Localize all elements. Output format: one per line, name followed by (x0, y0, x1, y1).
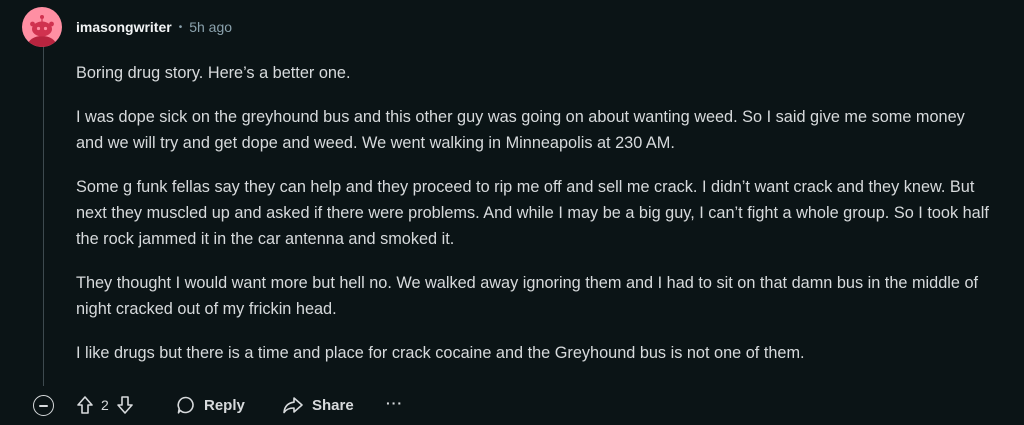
more-options-button[interactable]: ··· (386, 391, 403, 415)
comment-paragraph: Some g funk fellas say they can help and… (76, 178, 989, 248)
share-icon (282, 395, 304, 415)
comment-paragraph: They thought I would want more but hell … (76, 274, 979, 318)
upvote-icon[interactable] (76, 395, 94, 415)
vote-group: 2 (76, 393, 134, 417)
downvote-icon[interactable] (116, 395, 134, 415)
comment-body: Boring drug story. Here’s a better one. … (76, 60, 996, 366)
comment-icon (176, 395, 196, 415)
comment-paragraph: I was dope sick on the greyhound bus and… (76, 108, 965, 152)
comment-actions: 2 Reply Share ··· (0, 390, 1024, 420)
thread-line[interactable] (43, 46, 44, 386)
vote-count: 2 (101, 397, 109, 413)
share-button[interactable]: Share (282, 393, 354, 417)
more-icon: ··· (386, 395, 403, 411)
meta-separator: • (178, 21, 183, 33)
collapse-icon[interactable] (33, 395, 54, 416)
comment-paragraph: Boring drug story. Here’s a better one. (76, 64, 351, 82)
comment: imasongwriter • 5h ago Boring drug story… (0, 0, 1024, 425)
timestamp[interactable]: 5h ago (189, 19, 232, 35)
snoo-avatar-icon[interactable] (22, 7, 62, 47)
comment-paragraph: I like drugs but there is a time and pla… (76, 344, 805, 362)
comment-header: imasongwriter • 5h ago (76, 16, 232, 38)
share-label: Share (312, 396, 354, 414)
username[interactable]: imasongwriter (76, 19, 172, 35)
reply-label: Reply (204, 396, 245, 414)
reply-button[interactable]: Reply (176, 393, 245, 417)
